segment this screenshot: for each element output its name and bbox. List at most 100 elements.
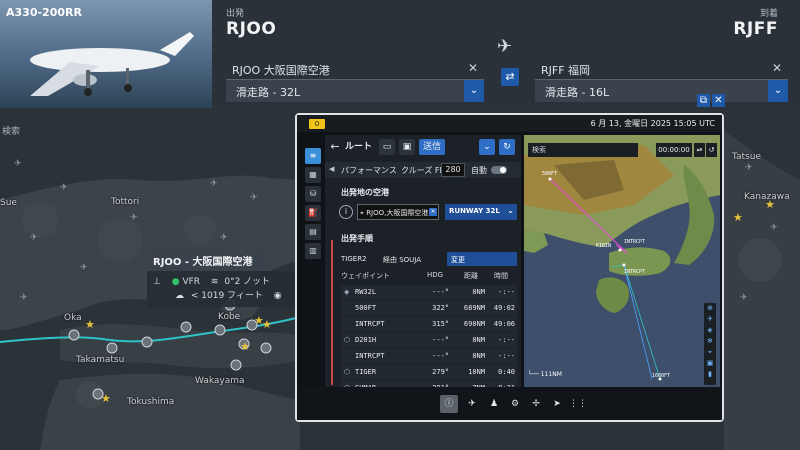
image-icon[interactable]: ▣ bbox=[704, 358, 716, 369]
calculator-tab-icon[interactable]: ▦ bbox=[305, 167, 321, 183]
notes-tab-icon[interactable]: ▥ bbox=[305, 243, 321, 259]
svg-text:✈: ✈ bbox=[770, 223, 778, 233]
play-pause-icon[interactable]: ⏯ bbox=[694, 143, 705, 157]
route-tab-icon[interactable]: ≡ bbox=[305, 148, 321, 164]
svg-text:✈: ✈ bbox=[14, 159, 22, 169]
scale-bar-icon: └── bbox=[528, 371, 539, 378]
map-search-label[interactable]: 検索 bbox=[0, 124, 296, 138]
plane-icon[interactable]: ✈ bbox=[704, 314, 716, 325]
aircraft-photo: A330-200RR bbox=[0, 0, 212, 108]
departure-airport-chip-text: RJOO,大阪国際空港 bbox=[366, 209, 429, 217]
waypoint-list: ◈ RW32L ---° 0NM -:-- 500FT 322° 689NM 4… bbox=[341, 285, 517, 397]
crew-app-icon[interactable]: ♟ bbox=[485, 395, 503, 413]
waypoint-dist: 0NM bbox=[472, 288, 485, 296]
swap-airports-button[interactable]: ⇄ bbox=[501, 68, 519, 86]
apps-grid-icon[interactable]: ⋮⋮ bbox=[569, 395, 587, 413]
waypoint-row[interactable]: ◈ RW32L ---° 0NM -:-- bbox=[341, 285, 517, 300]
airports-app-icon[interactable]: ✢ bbox=[527, 395, 545, 413]
efb-route-map[interactable]: 検索 00:00:00 ⏯ ↺ 500FT KIRIN INTRCPT INTR… bbox=[524, 135, 720, 387]
weight-tab-icon[interactable]: ⛁ bbox=[305, 186, 321, 202]
waypoint-row[interactable]: ⬡ D201H ---° 0NM -:-- bbox=[341, 333, 517, 348]
airport-pin-icon: ⌖ bbox=[360, 209, 364, 217]
col-dist: 距離 bbox=[464, 272, 478, 280]
clear-departure-icon[interactable]: ✕ bbox=[468, 61, 478, 75]
map-scale: └── 111NM bbox=[528, 371, 598, 381]
departure-runway-dropdown[interactable]: RUNWAY 32L ⌄ bbox=[445, 204, 517, 220]
waypoint-hdg: 315° bbox=[432, 320, 449, 328]
svg-text:★: ★ bbox=[101, 392, 111, 405]
layers-icon[interactable]: ◈ bbox=[704, 325, 716, 336]
waypoint-time: -:-- bbox=[498, 336, 515, 344]
send-button[interactable]: 送信 bbox=[419, 139, 446, 155]
back-arrow-icon[interactable]: ← bbox=[329, 139, 341, 155]
performance-row[interactable]: ◀ パフォーマンス クルーズ FL 280 自動 bbox=[325, 162, 521, 178]
svg-text:✈: ✈ bbox=[30, 233, 38, 243]
departure-airport-chip[interactable]: ⌖ RJOO,大阪国際空港 ✕ bbox=[357, 204, 439, 220]
arrival-runway-value: 滑走路 - 16L bbox=[545, 86, 610, 99]
folder-icon[interactable]: ▭ bbox=[379, 139, 395, 155]
map-label-tokushima: Tokushima bbox=[127, 397, 175, 407]
close-icon[interactable]: ✕ bbox=[712, 94, 725, 107]
settings-app-icon[interactable]: ⚙ bbox=[506, 395, 524, 413]
procedure-row: TIGER2 経由 SOUJA 変更 bbox=[341, 252, 517, 266]
departure-airport-field[interactable]: RJOO 大阪国際空港 ✕ bbox=[226, 58, 484, 80]
chevron-down-icon[interactable]: ⌄ bbox=[768, 80, 788, 102]
refresh-icon[interactable]: ↻ bbox=[499, 139, 515, 155]
clear-arrival-icon[interactable]: ✕ bbox=[772, 61, 782, 75]
expand-left-icon[interactable]: ◀ bbox=[329, 165, 334, 173]
notification-badge[interactable]: 0 bbox=[309, 119, 325, 129]
pin-icon[interactable]: ⌖ bbox=[704, 347, 716, 358]
save-icon[interactable]: ▣ bbox=[399, 139, 415, 155]
map-waypoint-label: KIRIN bbox=[596, 243, 612, 249]
waypoint-type-icon: ◈ bbox=[344, 288, 350, 296]
navigation-app-icon[interactable]: ➤ bbox=[548, 395, 566, 413]
cruise-fl-input[interactable]: 280 bbox=[441, 163, 465, 177]
tooltip-cloud-row: ☁ < 1019 フィート ◉ bbox=[153, 289, 289, 303]
auto-toggle[interactable] bbox=[491, 166, 507, 174]
waypoint-hdg: 279° bbox=[432, 368, 449, 376]
center-icon[interactable]: ⊕ bbox=[704, 303, 716, 314]
info-icon[interactable]: i bbox=[339, 205, 353, 219]
map-waypoint-label: INTRCPT bbox=[624, 239, 646, 245]
weather-icon[interactable]: ❄ bbox=[704, 336, 716, 347]
open-external-icon[interactable]: ⧉ bbox=[697, 94, 710, 107]
waypoint-row[interactable]: ⬡ TIGER 279° 10NM 0:40 bbox=[341, 365, 517, 380]
chevron-down-icon[interactable]: ⌄ bbox=[464, 80, 484, 102]
flight-app-icon[interactable]: ✈ bbox=[463, 395, 481, 413]
fuel-tab-icon[interactable]: ⛽ bbox=[305, 205, 321, 221]
waypoint-row[interactable]: INTRCPT 315° 690NM 49:06 bbox=[341, 317, 517, 332]
plane-direction-icon: ✈ bbox=[497, 36, 513, 57]
info-app-icon[interactable]: ⓘ bbox=[440, 395, 458, 413]
waypoint-hdg: ---° bbox=[432, 288, 449, 296]
waypoint-row[interactable]: INTRCPT ---° 0NM -:-- bbox=[341, 349, 517, 364]
arrival-airport-field[interactable]: RJFF 福岡 ✕ bbox=[535, 58, 788, 80]
remove-airport-icon[interactable]: ✕ bbox=[429, 208, 437, 216]
waypoint-dist: 689NM bbox=[463, 304, 485, 312]
chart-icon[interactable]: ▮ bbox=[704, 369, 716, 380]
map-waypoint-label: 1600FT bbox=[652, 373, 671, 379]
map-label-kanazawa: Kanazawa bbox=[744, 192, 790, 202]
svg-text:★: ★ bbox=[85, 318, 95, 331]
departure-block: 出発 RJOO bbox=[226, 6, 276, 39]
collapse-icon[interactable]: ⌄ bbox=[479, 139, 495, 155]
route-toolbar: ← ルート ▭ ▣ 送信 ⌄ ↻ bbox=[325, 135, 521, 159]
svg-text:✈: ✈ bbox=[20, 293, 28, 303]
tablet-status-bar: 0 6 月 13, 金曜日 2025 15:05 UTC bbox=[297, 115, 722, 132]
change-procedure-button[interactable]: 変更 bbox=[447, 252, 517, 266]
departure-runway-select[interactable]: 滑走路 - 32L ⌄ bbox=[226, 80, 484, 102]
waypoint-dist: 0NM bbox=[472, 352, 485, 360]
map-label-kobe: Kobe bbox=[218, 312, 241, 322]
charts-tab-icon[interactable]: ▤ bbox=[305, 224, 321, 240]
waypoint-row[interactable]: 500FT 322° 689NM 49:02 bbox=[341, 301, 517, 316]
arrival-runway-select[interactable]: 滑走路 - 16L ⌄ bbox=[535, 80, 788, 102]
waypoint-name: INTRCPT bbox=[355, 352, 385, 360]
waypoint-name: D201H bbox=[355, 336, 377, 344]
departure-section: i ⌖ RJOO,大阪国際空港 ✕ RUNWAY 32L ⌄ bbox=[325, 201, 521, 223]
svg-text:✈: ✈ bbox=[60, 183, 68, 193]
map-label-takamatsu: Takamatsu bbox=[76, 355, 125, 365]
map-waypoint-label: INTRCPT bbox=[624, 269, 646, 275]
efb-map-search[interactable]: 検索 bbox=[528, 143, 638, 157]
airport-tooltip[interactable]: RJOO - 大阪国際空港 ⊥ ● VFR ≋ 0°2 ノット ☁ < 1019… bbox=[147, 250, 295, 307]
reset-icon[interactable]: ↺ bbox=[706, 143, 717, 157]
waypoint-time: 49:06 bbox=[493, 320, 515, 328]
